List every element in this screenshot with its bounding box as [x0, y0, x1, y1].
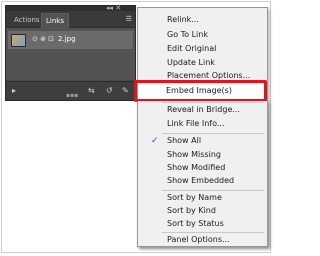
image-thumbnail-icon [11, 34, 26, 47]
links-panel: ◂◂ ✕ Actions Links ☰ ⊙ ⊗ ⊡ 2.jpg ▸ ⇆ ↺ ✎… [5, 4, 136, 101]
menu-item-show-missing[interactable]: Show Missing [167, 150, 221, 160]
menu-separator [162, 190, 264, 191]
menu-item-show-modified[interactable]: Show Modified [167, 163, 225, 173]
menu-separator [162, 232, 264, 233]
panel-menu-icon[interactable]: ☰ [126, 15, 132, 23]
callout-highlight-box [134, 80, 267, 102]
menu-item-sort-by-kind[interactable]: Sort by Kind [167, 206, 216, 216]
relink-icon[interactable]: ⇆ [88, 86, 95, 95]
menu-item-update-link[interactable]: Update Link [167, 58, 215, 68]
show-link-info-icon[interactable]: ▸ [12, 86, 16, 95]
menu-item-show-embedded[interactable]: Show Embedded [167, 176, 234, 186]
checkmark-icon: ✓ [151, 136, 159, 146]
resize-grip-icon[interactable]: ▪▪▪ [66, 92, 78, 99]
menu-item-relink[interactable]: Relink... [167, 15, 199, 25]
update-link-icon[interactable]: ↺ [106, 86, 113, 95]
panel-footer: ▸ ⇆ ↺ ✎ ▪▪▪ [6, 81, 135, 100]
list-item[interactable]: ⊙ ⊗ ⊡ 2.jpg [8, 31, 133, 49]
menu-item-panel-options[interactable]: Panel Options... [167, 235, 230, 245]
menu-item-show-all[interactable]: Show All [167, 136, 201, 146]
menu-item-sort-by-name[interactable]: Sort by Name [167, 193, 222, 203]
menu-item-sort-by-status[interactable]: Sort by Status [167, 219, 224, 229]
menu-item-reveal-in-bridge[interactable]: Reveal in Bridge... [167, 105, 240, 115]
menu-separator [162, 102, 264, 103]
menu-item-edit-original[interactable]: Edit Original [167, 44, 216, 54]
panel-tabbar: Actions Links ☰ [6, 11, 135, 28]
menu-separator [162, 133, 264, 134]
link-filename: 2.jpg [58, 35, 76, 43]
links-list: ⊙ ⊗ ⊡ 2.jpg [6, 28, 135, 80]
menu-item-go-to-link[interactable]: Go To Link [167, 30, 208, 40]
link-status-icon: ⊙ ⊗ ⊡ [32, 35, 55, 43]
tab-actions[interactable]: Actions [10, 13, 44, 27]
links-panel-menu-lower: Reveal in Bridge... Link File Info... ✓ … [137, 101, 268, 247]
tab-links[interactable]: Links [41, 13, 69, 28]
edit-original-icon[interactable]: ✎ [122, 86, 129, 95]
menu-item-link-file-info[interactable]: Link File Info... [167, 119, 224, 129]
